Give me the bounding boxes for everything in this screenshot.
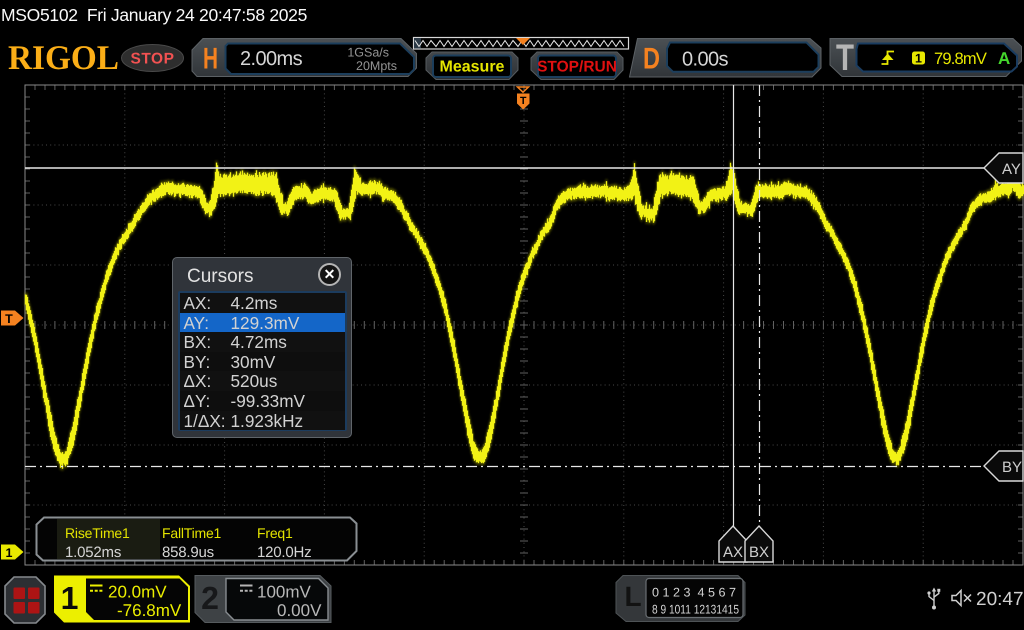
- svg-text:T: T: [5, 312, 13, 326]
- svg-text:2.00ms: 2.00ms: [240, 48, 303, 70]
- svg-text:20.0mV: 20.0mV: [108, 583, 167, 602]
- svg-text:20Mpts: 20Mpts: [356, 59, 397, 73]
- svg-text:Measure: Measure: [440, 59, 505, 76]
- svg-text:H: H: [203, 43, 218, 76]
- svg-text:STOP: STOP: [131, 51, 175, 68]
- svg-text:A: A: [998, 49, 1010, 68]
- svg-text:AY: AY: [1002, 161, 1021, 178]
- svg-text:BX: BX: [749, 544, 769, 561]
- svg-text:Freq1: Freq1: [257, 525, 293, 541]
- svg-text:L: L: [624, 581, 641, 612]
- svg-text:1.052ms: 1.052ms: [65, 544, 121, 561]
- svg-text:RiseTime1: RiseTime1: [65, 525, 130, 541]
- svg-text:1: 1: [6, 546, 13, 560]
- svg-text:0 1 2 3 4 5 6 7: 0 1 2 3 4 5 6 7: [652, 586, 736, 600]
- svg-text:1: 1: [61, 580, 79, 616]
- svg-text:FallTime1: FallTime1: [162, 525, 222, 541]
- svg-text:STOP/RUN: STOP/RUN: [537, 59, 617, 76]
- svg-text:T: T: [520, 95, 527, 107]
- svg-text:100mV: 100mV: [257, 583, 312, 602]
- svg-text:858.9us: 858.9us: [162, 544, 214, 561]
- svg-text:1: 1: [915, 52, 922, 66]
- svg-text:1GSa/s: 1GSa/s: [347, 46, 389, 60]
- svg-text:-76.8mV: -76.8mV: [117, 601, 182, 620]
- svg-text:8 9 1011 12131415: 8 9 1011 12131415: [652, 603, 739, 617]
- svg-text:BY: BY: [1002, 459, 1022, 476]
- svg-text:AX: AX: [723, 544, 743, 561]
- svg-text:D: D: [643, 43, 660, 76]
- svg-text:20:47: 20:47: [976, 589, 1024, 610]
- svg-text:2: 2: [201, 580, 219, 616]
- svg-text:79.8mV: 79.8mV: [934, 50, 987, 68]
- svg-text:120.0Hz: 120.0Hz: [257, 544, 311, 561]
- svg-text:0.00V: 0.00V: [277, 601, 322, 620]
- svg-text:RIGOL: RIGOL: [8, 39, 119, 77]
- svg-text:T: T: [836, 37, 854, 78]
- svg-text:0.00s: 0.00s: [682, 49, 729, 71]
